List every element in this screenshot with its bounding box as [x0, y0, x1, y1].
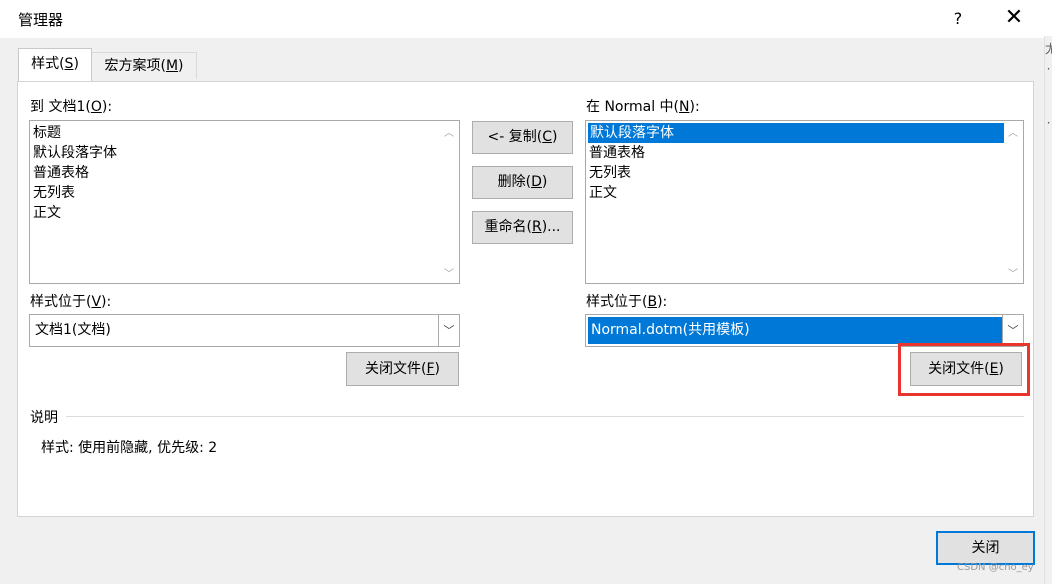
right-location-dropdown-button[interactable]: ﹀ — [1002, 315, 1023, 346]
right-list-label-suffix: ): — [689, 99, 700, 115]
list-item[interactable]: 普通表格 — [33, 163, 89, 183]
left-style-list[interactable]: 标题 默认段落字体 普通表格 无列表 正文 ︿ ﹀ — [29, 120, 460, 284]
copy-label: <- 复制( — [487, 129, 543, 145]
right-list-label-key: N — [679, 99, 690, 115]
copy-suffix: ) — [552, 129, 558, 145]
description-heading: 说明 — [30, 410, 58, 426]
highlight-annotation-box — [898, 343, 1030, 396]
list-item[interactable]: 标题 — [33, 123, 61, 143]
left-list-label-text: 到 文档1( — [30, 99, 91, 115]
list-item-selected[interactable]: 默认段落字体 — [588, 123, 1004, 143]
rename-key: R — [531, 219, 542, 235]
window-close-button[interactable]: ✕ — [1000, 4, 1028, 32]
tab-macro-items-key: M — [165, 58, 179, 74]
chevron-up-icon[interactable]: ︿ — [441, 124, 457, 139]
right-list-label: 在 Normal 中(N): — [586, 96, 700, 116]
right-location-label-text: 样式位于( — [586, 294, 648, 310]
edge-glyph: · — [1046, 116, 1051, 130]
right-location-value: Normal.dotm(共用模板) — [588, 317, 1003, 344]
edge-glyph: · — [1046, 62, 1051, 76]
left-list-scrollbar[interactable]: ︿ ﹀ — [440, 122, 458, 282]
chevron-up-icon[interactable]: ︿ — [1005, 124, 1021, 139]
close-icon: ✕ — [1004, 5, 1024, 30]
delete-button[interactable]: 删除(D) — [472, 166, 573, 199]
tab-macro-items[interactable]: 宏方案项(M) — [91, 52, 197, 79]
right-location-label-suffix: ): — [657, 294, 668, 310]
left-location-value: 文档1(文档) — [35, 322, 111, 338]
help-button[interactable]: ? — [948, 9, 968, 28]
chevron-down-icon[interactable]: ﹀ — [1005, 265, 1021, 280]
rename-label: 重命名( — [484, 219, 532, 235]
chevron-down-icon: ﹀ — [443, 324, 455, 337]
window-title: 管理器 — [18, 11, 64, 29]
list-item[interactable]: 普通表格 — [589, 143, 645, 163]
chevron-down-icon: ﹀ — [1007, 324, 1019, 337]
copy-button[interactable]: <- 复制(C) — [472, 121, 573, 154]
tab-styles-suffix: ) — [73, 56, 79, 72]
edge-glyph: 「 — [1045, 96, 1052, 114]
list-item[interactable]: 无列表 — [33, 183, 75, 203]
edge-glyph: 尤 — [1045, 42, 1052, 56]
left-location-label-text: 样式位于( — [30, 294, 92, 310]
left-close-file-suffix: ) — [434, 361, 440, 377]
right-list-scrollbar[interactable]: ︿ ﹀ — [1004, 122, 1022, 282]
list-item[interactable]: 正文 — [33, 203, 61, 223]
right-style-list[interactable]: 默认段落字体 普通表格 无列表 正文 ︿ ﹀ — [585, 120, 1024, 284]
left-list-label: 到 文档1(O): — [30, 96, 112, 116]
tab-styles-label: 样式( — [31, 56, 65, 72]
right-location-label: 样式位于(B): — [586, 291, 667, 311]
left-list-label-suffix: ): — [101, 99, 113, 115]
background-window-edge: 尤 · 「 「 · — [1044, 36, 1052, 584]
left-location-label-suffix: ): — [101, 294, 112, 310]
copy-key: C — [542, 129, 552, 145]
left-close-file-button[interactable]: 关闭文件(F) — [346, 352, 459, 386]
right-list-label-text: 在 Normal 中( — [586, 99, 680, 115]
left-location-label: 样式位于(V): — [30, 291, 111, 311]
list-item[interactable]: 默认段落字体 — [33, 143, 117, 163]
list-item[interactable]: 无列表 — [589, 163, 631, 183]
right-location-label-key: B — [647, 294, 658, 310]
chevron-down-icon[interactable]: ﹀ — [441, 265, 457, 280]
description-separator — [66, 416, 1024, 417]
rename-suffix: )... — [541, 219, 561, 235]
left-location-combo[interactable]: 文档1(文档) ﹀ — [29, 314, 460, 347]
delete-key: D — [531, 174, 542, 190]
title-bar — [0, 0, 1052, 38]
watermark: CSDN @cho_ey — [957, 562, 1034, 573]
tab-macro-items-suffix: ) — [178, 58, 184, 74]
edge-glyph: 「 — [1045, 78, 1052, 96]
left-close-file-key: F — [426, 361, 435, 377]
tab-macro-items-label: 宏方案项( — [104, 58, 166, 74]
delete-suffix: ) — [541, 174, 548, 190]
left-close-file-label: 关闭文件( — [365, 361, 427, 377]
left-location-label-key: V — [91, 294, 102, 310]
delete-label: 删除( — [497, 174, 532, 190]
list-item[interactable]: 正文 — [589, 183, 617, 203]
rename-button[interactable]: 重命名(R)... — [472, 211, 573, 244]
tab-styles[interactable]: 样式(S) — [18, 48, 92, 81]
description-text: 样式: 使用前隐藏, 优先级: 2 — [41, 440, 218, 456]
left-location-dropdown-button[interactable]: ﹀ — [438, 315, 459, 346]
close-dialog-button[interactable]: 关闭 — [936, 531, 1035, 565]
left-list-label-key: O — [90, 99, 102, 115]
